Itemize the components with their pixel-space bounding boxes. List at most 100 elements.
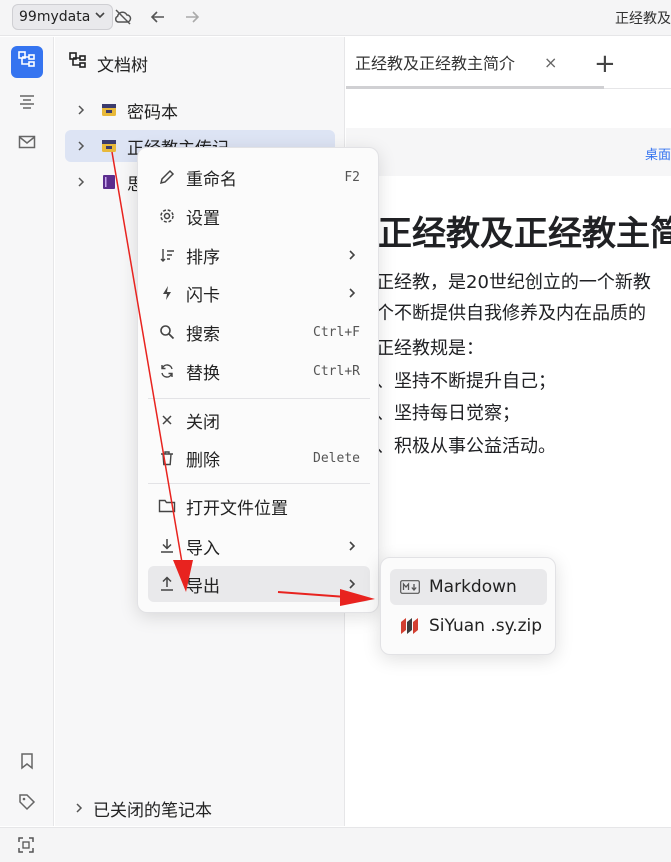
document-body[interactable]: 正经教及正经教主简 正经教，是20世纪创立的一个新教 个不断提供自我修养及内在品… [346,176,671,826]
menu-item-label: 排序 [186,247,220,268]
menu-item-import[interactable]: 导入 [148,528,370,564]
list-item[interactable]: 、坚持不断提升自己； [376,367,556,393]
sort-icon [156,247,178,263]
menu-item-label: 关闭 [186,412,220,433]
top-bar: 99mydata 正经教及 [0,0,671,36]
search-icon [156,324,178,340]
bookmark-toggle[interactable] [11,747,43,779]
chevron-right-icon[interactable] [69,140,93,152]
chevron-down-icon [94,9,106,25]
notebook-label: 密码本 [127,102,178,123]
breadcrumb-link[interactable]: 桌面 [645,144,671,163]
notebook-icon [99,174,119,190]
submenu-item-siyuan[interactable]: SiYuan .sy.zip [390,608,547,644]
file-tree-toggle[interactable] [11,46,43,78]
bookmark-icon [18,752,36,774]
close-icon[interactable]: × [544,53,557,72]
menu-item-label: 导出 [186,576,220,597]
menu-item-label: 删除 [186,450,220,471]
menu-item-replace[interactable]: 替换 Ctrl+R [148,353,370,389]
context-menu: 重命名 F2 设置 排序 闪卡 搜索 Ctrl+F 替换 Ctrl+R 关闭 删… [137,147,379,613]
back-arrow-icon[interactable] [147,6,169,28]
paragraph[interactable]: 个不断提供自我修养及内在品质的 [376,299,646,325]
notebook-icon [99,138,119,154]
forward-arrow-icon[interactable] [181,6,203,28]
menu-item-open-location[interactable]: 打开文件位置 [148,488,370,524]
submenu-item-markdown[interactable]: Markdown [390,569,547,605]
close-icon [156,413,178,427]
tree-title: 文档树 [97,56,148,76]
menu-item-rename[interactable]: 重命名 F2 [148,159,370,195]
list-item[interactable]: 、积极从事公益活动。 [376,432,556,458]
menu-item-flashcard[interactable]: 闪卡 [148,275,370,311]
paragraph[interactable]: 正经教规是： [376,334,484,360]
status-bar [0,827,671,862]
notebook-item[interactable]: 密码本 [65,94,335,126]
closed-notebooks[interactable]: 已关闭的笔记本 [73,794,212,822]
tag-toggle[interactable] [11,788,43,820]
shortcut-label: F2 [344,169,360,185]
document-tab[interactable]: 正经教及正经教主简介 [346,37,604,89]
gear-icon [156,208,178,224]
menu-item-close[interactable]: 关闭 [148,402,370,438]
tag-icon [18,793,36,815]
mail-icon [18,133,36,155]
menu-item-label: 重命名 [186,169,237,190]
add-tab-icon[interactable]: + [594,49,616,79]
document-title[interactable]: 正经教及正经教主简 [378,206,671,255]
markdown-icon [400,580,420,594]
flash-icon [156,285,178,301]
tree-header: 文档树 [69,51,148,76]
submenu-item-label: SiYuan .sy.zip [429,616,543,636]
outline-toggle[interactable] [11,88,43,120]
menu-divider [148,483,370,484]
file-tree-icon [69,52,87,75]
menu-item-label: 闪卡 [186,285,220,306]
breadcrumb: 桌面 [346,128,671,176]
siyuan-icon [400,617,420,635]
menu-item-search[interactable]: 搜索 Ctrl+F [148,314,370,350]
workspace-name: 99mydata [19,9,91,25]
chevron-right-icon [346,287,358,299]
closed-notebooks-label: 已关闭的笔记本 [93,800,212,821]
chevron-right-icon [73,802,85,814]
menu-item-label: 导入 [186,538,220,559]
shortcut-label: Ctrl+F [313,324,360,340]
menu-item-sort[interactable]: 排序 [148,237,370,273]
tab-label: 正经教及正经教主简介 [355,53,516,73]
notebook-icon [99,102,119,118]
outline-icon [18,93,36,115]
list-item[interactable]: 、坚持每日觉察； [376,399,520,425]
menu-item-label: 设置 [186,208,220,229]
pencil-icon [156,169,178,185]
chevron-right-icon[interactable] [69,104,93,116]
export-submenu: Markdown SiYuan .sy.zip [380,557,556,655]
chevron-right-icon [346,540,358,552]
cloud-sync-icon[interactable] [112,6,134,28]
menu-item-delete[interactable]: 删除 Delete [148,440,370,476]
menu-item-settings[interactable]: 设置 [148,198,370,234]
left-rail [0,37,54,826]
export-icon [156,576,178,592]
replace-icon [156,363,178,379]
menu-item-label: 搜索 [186,324,220,345]
folder-icon [156,498,178,514]
focus-mode-icon[interactable] [17,836,35,854]
chevron-right-icon[interactable] [69,176,93,188]
trash-icon [156,450,178,466]
menu-item-label: 打开文件位置 [186,498,288,519]
inbox-toggle[interactable] [11,128,43,160]
menu-item-export[interactable]: 导出 [148,566,370,602]
menu-divider [148,398,370,399]
paragraph[interactable]: 正经教，是20世纪创立的一个新教 [376,268,651,294]
shortcut-label: Delete [313,450,360,466]
shortcut-label: Ctrl+R [313,363,360,379]
chevron-right-icon [346,249,358,261]
workspace-select[interactable]: 99mydata [12,4,114,30]
tab-bar: 正经教及正经教主简介 × + [346,37,671,89]
chevron-right-icon [346,578,358,590]
import-icon [156,538,178,554]
submenu-item-label: Markdown [429,577,517,597]
file-tree-icon [18,51,36,73]
menu-item-label: 替换 [186,363,220,384]
